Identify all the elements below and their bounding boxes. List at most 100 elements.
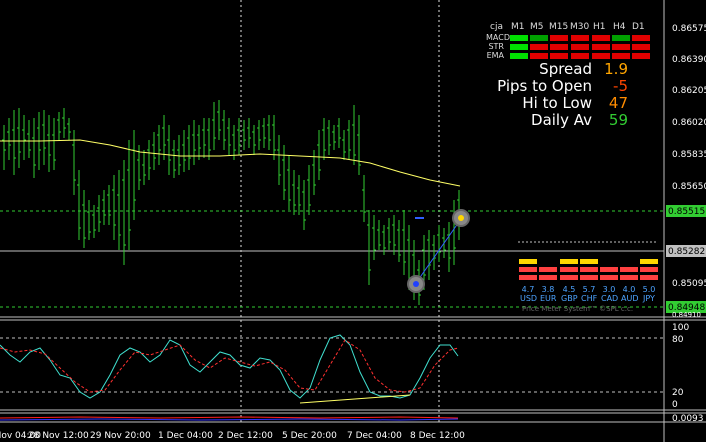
- signal-cell-str-h1: [592, 44, 610, 50]
- strength-chf-value: 5.7: [582, 285, 596, 294]
- strength-jpy-value: 5.0: [642, 285, 656, 294]
- row-label-str: STR: [488, 42, 504, 51]
- signal-cell-str-m30: [571, 44, 589, 50]
- strength-eur-label: EUR: [540, 294, 557, 303]
- signal-cell-ema-m5: [530, 53, 548, 59]
- row-label-ema: EMA: [486, 51, 504, 60]
- strength-jpy-label: JPY: [643, 294, 655, 303]
- signal-cell-ema-d1: [632, 53, 650, 59]
- signal-cell-ema-h4: [612, 53, 630, 59]
- signal-cell-ema-h1: [592, 53, 610, 59]
- hline-price-tag-label: 0.85282: [668, 247, 705, 257]
- strength-bar: [539, 267, 557, 272]
- price-label-6: 0.85650: [672, 182, 706, 192]
- tf-m30: M30: [570, 22, 590, 32]
- time-axis: 7 Nov 04:00 28 Nov 12:00 29 Nov 20:00 1 …: [0, 431, 465, 441]
- strength-bar: [519, 267, 537, 272]
- signal-cell-macd-d1: [632, 35, 650, 41]
- oscillator-signal-line: [0, 339, 459, 393]
- signal-cell-str-m5: [530, 44, 548, 50]
- time-label-5: 2 Dec 12:00: [218, 431, 273, 441]
- tf-m15: M15: [549, 22, 569, 32]
- strength-eur-value: 3.8: [541, 285, 555, 294]
- hilo-label: Hi to Low: [522, 94, 592, 112]
- osc-label-0: 0: [672, 400, 678, 410]
- strength-bar: [620, 267, 638, 272]
- strength-bar: [600, 267, 618, 272]
- strength-bar: [560, 267, 578, 272]
- tf-m5: M5: [530, 22, 544, 32]
- exit-marker-core-icon: [458, 215, 464, 221]
- pips-label: Pips to Open: [497, 77, 592, 95]
- strength-bar: [580, 267, 598, 272]
- strength-bar-top: [560, 259, 578, 264]
- time-label-3: 29 Nov 20:00: [90, 431, 151, 441]
- strength-usd-label: USD: [520, 294, 538, 303]
- signal-cell-ema-m15: [550, 53, 568, 59]
- price-axis: 0.86575 0.86390 0.86205 0.86020 0.85835 …: [672, 24, 706, 192]
- strength-bar-top: [580, 259, 598, 264]
- volume-line-blue: [0, 418, 459, 421]
- time-label-8: 8 Dec 12:00: [410, 431, 465, 441]
- strength-cad-value: 3.0: [602, 285, 616, 294]
- signal-cell-macd-m1: [510, 35, 528, 41]
- signal-cell-ema-m30: [571, 53, 589, 59]
- moving-average-line: [0, 139, 461, 187]
- daily-label: Daily Av: [531, 111, 592, 129]
- row-label-macd: MACD: [486, 33, 510, 42]
- signal-cell-str-m1: [510, 44, 528, 50]
- volume-line-red: [0, 416, 459, 419]
- spread-value: 1.9: [604, 60, 628, 78]
- strength-bar-top: [519, 259, 537, 264]
- signal-cell-str-d1: [632, 44, 650, 50]
- entry-marker-core-icon: [413, 281, 419, 287]
- strength-bar: [580, 275, 598, 280]
- strength-bar: [620, 275, 638, 280]
- matrix-owner: cja: [490, 22, 503, 32]
- tf-h1: H1: [593, 22, 606, 32]
- daily-value: 59: [608, 111, 628, 129]
- stats-panel: Spread 1.9 Pips to Open -5 Hi to Low 47 Dai…: [480, 61, 628, 129]
- strength-chf-label: CHF: [581, 294, 598, 303]
- strength-usd-value: 4.7: [521, 285, 535, 294]
- strength-bar: [560, 275, 578, 280]
- oscillator-axis: 100 80 20 0: [672, 323, 689, 410]
- tf-d1: D1: [632, 22, 645, 32]
- strength-bar: [519, 275, 537, 280]
- hilo-value: 47: [608, 94, 628, 112]
- time-label-6: 5 Dec 20:00: [282, 431, 337, 441]
- strength-gbp-label: GBP: [561, 294, 578, 303]
- osc-label-20: 20: [672, 388, 684, 398]
- strength-gbp-value: 4.5: [562, 285, 576, 294]
- signal-cell-macd-m15: [550, 35, 568, 41]
- pips-value: -5: [613, 77, 628, 95]
- time-label-4: 1 Dec 04:00: [158, 431, 213, 441]
- signal-cell-macd-h4: [612, 35, 630, 41]
- current-price-tag-label: 0.85515: [668, 207, 705, 217]
- time-label-7: 7 Dec 04:00: [347, 431, 402, 441]
- oscillator-main-line: [0, 334, 459, 399]
- strength-bar-top: [640, 259, 658, 264]
- price-label-8: 0.84910: [672, 311, 701, 319]
- price-label-2: 0.86390: [672, 55, 706, 65]
- candles: [2, 100, 461, 305]
- tf-h4: H4: [613, 22, 626, 32]
- osc-label-80: 80: [672, 335, 684, 345]
- price-label-4: 0.86020: [672, 118, 706, 128]
- strength-aud-value: 4.0: [622, 285, 636, 294]
- strength-bar: [640, 267, 658, 272]
- volume-axis-label: 0.0093: [672, 414, 704, 424]
- price-label-7: 0.85095: [672, 279, 706, 289]
- osc-label-100: 100: [672, 323, 689, 333]
- signal-cell-str-h4: [612, 44, 630, 50]
- signal-cell-macd-m30: [571, 35, 589, 41]
- strength-aud-label: AUD: [621, 294, 639, 303]
- signal-cell-macd-h1: [592, 35, 610, 41]
- tf-m1: M1: [511, 22, 525, 32]
- strength-bar: [600, 275, 618, 280]
- strength-cad-label: CAD: [601, 294, 619, 303]
- price-label-5: 0.85835: [672, 150, 706, 160]
- strength-bar: [640, 275, 658, 280]
- price-label-1: 0.86575: [672, 24, 706, 34]
- strength-bar: [539, 275, 557, 280]
